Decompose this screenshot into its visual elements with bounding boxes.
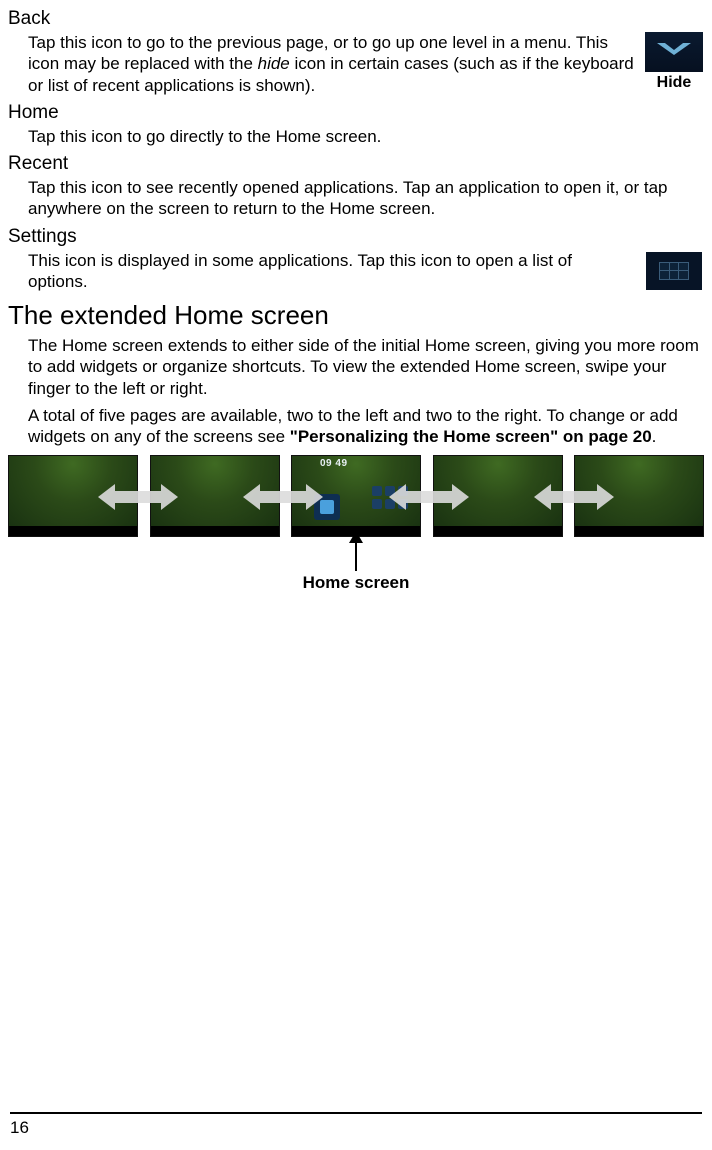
extended-screen-far-right: [574, 455, 704, 537]
extended-screen-left: [150, 455, 280, 537]
hide-icon: [645, 32, 703, 72]
pointer-arrow-icon: [355, 541, 357, 571]
home-heading: Home: [8, 102, 704, 124]
status-time: 09 49: [320, 458, 348, 469]
extended-home-heading: The extended Home screen: [8, 300, 704, 331]
page-number: 16: [10, 1112, 702, 1138]
home-app-icons: [372, 486, 408, 509]
ext-p2b: .: [652, 427, 657, 446]
back-heading: Back: [8, 8, 704, 30]
main-home-screen: 09 49: [291, 455, 421, 537]
settings-description: This icon is displayed in some applicati…: [8, 250, 634, 293]
home-screens-illustration: 09 49: [8, 455, 704, 537]
personalizing-reference: "Personalizing the Home screen" on page …: [290, 427, 652, 446]
extended-home-p2: A total of five pages are available, two…: [8, 405, 704, 448]
extended-screen-right: [433, 455, 563, 537]
settings-heading: Settings: [8, 226, 704, 248]
extended-screen-far-left: [8, 455, 138, 537]
recent-heading: Recent: [8, 153, 704, 175]
back-description: Tap this icon to go to the previous page…: [8, 32, 634, 96]
hide-icon-caption: Hide: [657, 74, 692, 92]
home-screen-pointer-label: Home screen: [303, 573, 410, 593]
settings-icon: [646, 252, 702, 290]
extended-home-p1: The Home screen extends to either side o…: [8, 335, 704, 399]
home-app-large-icon: [314, 494, 340, 520]
recent-description: Tap this icon to see recently opened app…: [8, 177, 704, 220]
home-description: Tap this icon to go directly to the Home…: [8, 126, 704, 147]
hide-word: hide: [258, 54, 290, 73]
